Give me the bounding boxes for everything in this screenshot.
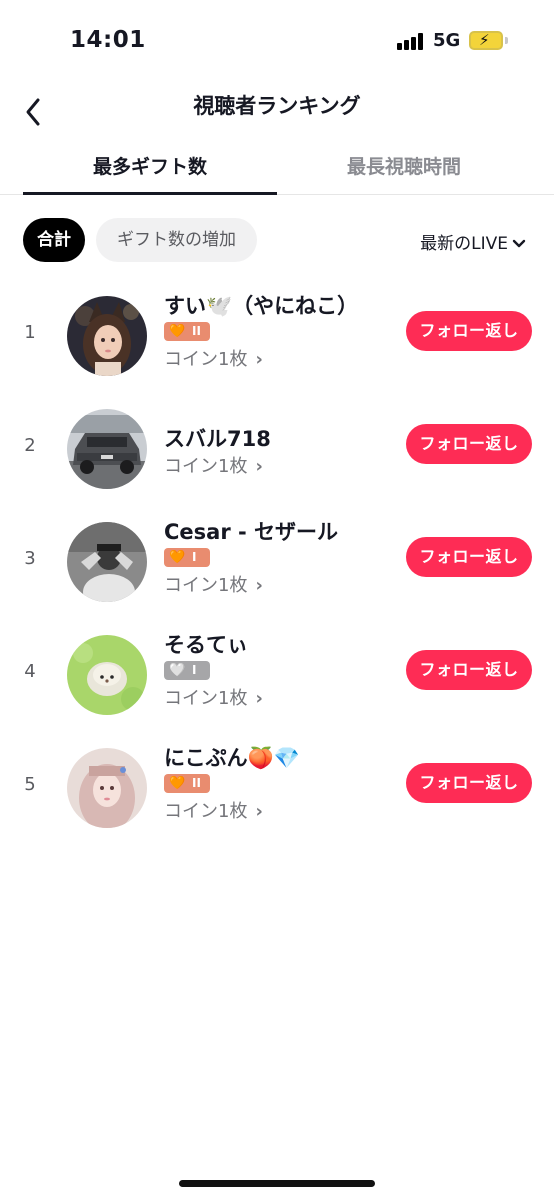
network-type: 5G: [433, 30, 461, 51]
avatar[interactable]: [67, 635, 147, 715]
viewer-name[interactable]: すい🕊️（やにねこ）: [164, 290, 358, 320]
avatar[interactable]: [67, 409, 147, 489]
badge-level: I: [192, 550, 197, 564]
heart-icon: 🤍: [169, 663, 186, 678]
rank-number: 4: [24, 661, 36, 682]
avatar[interactable]: [67, 296, 147, 376]
coin-count-label: コイン1枚: [164, 456, 248, 477]
gifter-level-badge: 🧡 I: [164, 548, 210, 567]
chevron-right-icon: ›: [255, 801, 263, 822]
gifter-level-badge: 🧡 II: [164, 322, 210, 341]
coin-count-label: コイン1枚: [164, 575, 248, 596]
rank-number: 2: [24, 435, 36, 456]
sort-dropdown[interactable]: 最新のLIVE: [420, 229, 526, 254]
viewer-row[interactable]: 5 にこぷん🍑💎 🧡 II コイン1枚 › フォロー返し: [0, 738, 554, 838]
tab-bar: 最多ギフト数 最長視聴時間: [0, 142, 554, 195]
battery-icon: ⚡: [469, 31, 503, 50]
coin-count[interactable]: コイン1枚 ›: [164, 684, 263, 710]
signal-icon: [397, 32, 427, 50]
status-bar: 14:01 5G ⚡: [0, 0, 554, 80]
viewer-name[interactable]: スバル718: [164, 423, 271, 453]
avatar[interactable]: [67, 522, 147, 602]
chevron-right-icon: ›: [255, 349, 263, 370]
viewer-name[interactable]: そるてぃ: [164, 629, 248, 659]
rank-number: 5: [24, 774, 36, 795]
viewer-name[interactable]: Cesar - セザール: [164, 516, 338, 546]
coin-count[interactable]: コイン1枚 ›: [164, 345, 263, 371]
viewer-row[interactable]: 4 そるてぃ 🤍 I コイン1枚 › フォロー返し: [0, 625, 554, 725]
rank-number: 3: [24, 548, 36, 569]
chevron-right-icon: ›: [255, 575, 263, 596]
tab-longest-watch-time[interactable]: 最長視聴時間: [277, 152, 531, 179]
nav-bar: 視聴者ランキング: [0, 80, 554, 136]
coin-count[interactable]: コイン1枚 ›: [164, 571, 263, 597]
heart-icon: 🧡: [169, 324, 186, 339]
badge-level: I: [192, 663, 197, 677]
coin-count-label: コイン1枚: [164, 688, 248, 709]
status-time: 14:01: [70, 27, 146, 53]
follow-back-button[interactable]: フォロー返し: [406, 763, 532, 803]
rank-number: 1: [24, 322, 36, 343]
avatar[interactable]: [67, 748, 147, 828]
page-title: 視聴者ランキング: [193, 94, 361, 118]
viewer-row[interactable]: 3 Cesar - セザール 🧡 I コイン1枚 › フォロー返し: [0, 512, 554, 612]
tab-active-indicator: [23, 192, 277, 195]
chip-gift-increase[interactable]: ギフト数の増加: [96, 218, 257, 262]
viewer-name[interactable]: にこぷん🍑💎: [164, 742, 300, 772]
follow-back-button[interactable]: フォロー返し: [406, 311, 532, 351]
viewer-row[interactable]: 2 スバル718 コイン1枚 › フォロー返し: [0, 399, 554, 499]
battery-cap: [505, 37, 508, 44]
sort-label: 最新のLIVE: [420, 234, 508, 254]
coin-count[interactable]: コイン1枚 ›: [164, 452, 263, 478]
coin-count-label: コイン1枚: [164, 349, 248, 370]
follow-back-button[interactable]: フォロー返し: [406, 424, 532, 464]
coin-count-label: コイン1枚: [164, 801, 248, 822]
viewer-row[interactable]: 1 すい🕊️（やにねこ） 🧡 II コイン1枚 › フォロー返し: [0, 286, 554, 386]
chip-total[interactable]: 合計: [23, 218, 85, 262]
chevron-right-icon: ›: [255, 688, 263, 709]
follow-back-button[interactable]: フォロー返し: [406, 537, 532, 577]
chevron-down-icon: [512, 239, 526, 248]
coin-count[interactable]: コイン1枚 ›: [164, 797, 263, 823]
tab-most-gifts[interactable]: 最多ギフト数: [23, 152, 277, 179]
filter-bar: 合計 ギフト数の増加 最新のLIVE: [0, 218, 554, 264]
home-indicator[interactable]: [179, 1180, 375, 1187]
badge-level: II: [192, 776, 201, 790]
chevron-right-icon: ›: [255, 456, 263, 477]
gifter-level-badge: 🧡 II: [164, 774, 210, 793]
gifter-level-badge: 🤍 I: [164, 661, 210, 680]
heart-icon: 🧡: [169, 550, 186, 565]
bolt-icon: ⚡: [479, 31, 490, 49]
follow-back-button[interactable]: フォロー返し: [406, 650, 532, 690]
heart-icon: 🧡: [169, 776, 186, 791]
badge-level: II: [192, 324, 201, 338]
